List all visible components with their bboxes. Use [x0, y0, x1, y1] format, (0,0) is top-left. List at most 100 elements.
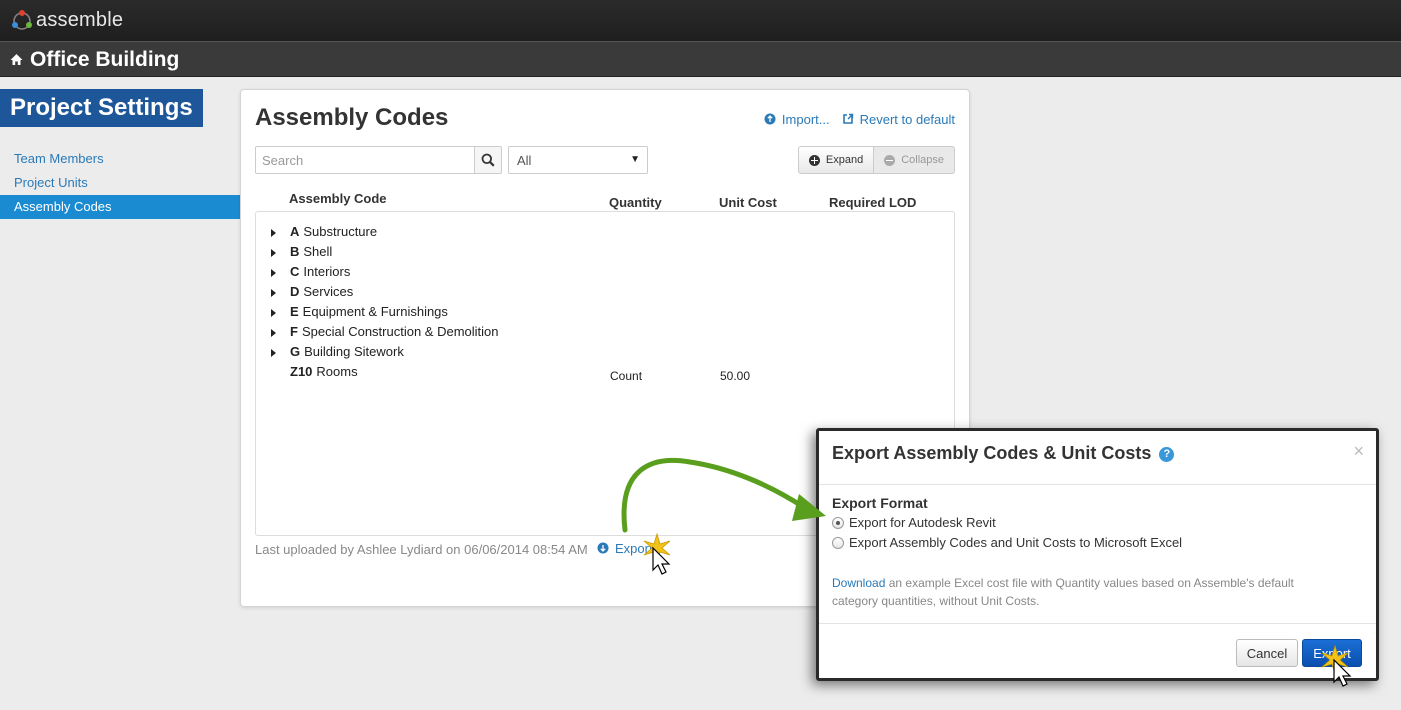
- code-id: G: [290, 344, 301, 359]
- panel-title: Assembly Codes: [255, 104, 449, 131]
- tree-row[interactable]: Z10 Rooms Count 50.00: [256, 362, 954, 383]
- settings-heading: Project Settings: [0, 89, 203, 127]
- radio-button[interactable]: [832, 536, 844, 549]
- radio-option-excel[interactable]: Export Assembly Codes and Unit Costs to …: [832, 535, 1182, 550]
- revert-link[interactable]: Revert to default: [842, 112, 955, 127]
- expand-caret-icon[interactable]: [271, 229, 276, 237]
- column-header-quantity: Quantity: [609, 195, 662, 210]
- filter-selected-value: All: [517, 153, 532, 168]
- code-id: A: [290, 224, 300, 239]
- column-header-required-lod: Required LOD: [829, 195, 917, 210]
- dialog-footer-divider: [819, 623, 1376, 624]
- sidenav-item-team-members[interactable]: Team Members: [0, 147, 240, 171]
- revert-icon: [842, 113, 853, 124]
- assembly-code-label: F Special Construction & Demolition: [290, 322, 499, 342]
- revert-label: Revert to default: [859, 112, 955, 127]
- chevron-down-icon: ▼: [630, 154, 640, 165]
- export-dialog: Export Assembly Codes & Unit Costs? × Ex…: [816, 428, 1379, 681]
- code-name: Rooms: [316, 364, 358, 379]
- tree-row[interactable]: F Special Construction & Demolition: [256, 322, 954, 342]
- expand-caret-icon[interactable]: [271, 309, 276, 317]
- code-id: B: [290, 244, 300, 259]
- export-button[interactable]: Export: [1302, 639, 1362, 667]
- radio-label: Export Assembly Codes and Unit Costs to …: [849, 535, 1183, 550]
- assembly-code-label: Z10 Rooms: [290, 362, 358, 382]
- collapse-label: Collapse: [901, 154, 944, 166]
- download-link[interactable]: Download: [832, 576, 885, 590]
- column-header-assembly-code: Assembly Code: [289, 191, 387, 206]
- app-name: assemble: [36, 8, 124, 31]
- code-name: Services: [303, 284, 354, 299]
- radio-option-revit[interactable]: Export for Autodesk Revit: [832, 515, 996, 530]
- download-circle-icon: [597, 542, 609, 554]
- assembly-code-label: E Equipment & Furnishings: [290, 302, 448, 322]
- tree-row[interactable]: B Shell: [256, 242, 954, 262]
- expand-caret-icon[interactable]: [271, 289, 276, 297]
- column-header-unit-cost: Unit Cost: [719, 195, 777, 210]
- project-title: Office Building: [30, 48, 180, 71]
- home-icon[interactable]: [10, 53, 23, 66]
- project-bar: Office Building: [0, 41, 1401, 77]
- code-name: Special Construction & Demolition: [301, 324, 499, 339]
- dialog-divider: [819, 484, 1376, 485]
- quantity-cell[interactable]: Count: [610, 366, 642, 386]
- expand-caret-icon[interactable]: [271, 349, 276, 357]
- tree-row[interactable]: A Substructure: [256, 222, 954, 242]
- import-label: Import...: [781, 112, 830, 127]
- search-button[interactable]: [474, 146, 502, 174]
- assembly-code-label: B Shell: [290, 242, 332, 262]
- code-id: Z10: [290, 364, 313, 379]
- code-name: Equipment & Furnishings: [302, 304, 448, 319]
- code-name: Substructure: [303, 224, 378, 239]
- assembly-code-label: D Services: [290, 282, 353, 302]
- expand-caret-icon[interactable]: [271, 249, 276, 257]
- code-id: E: [290, 304, 299, 319]
- sidenav-item-assembly-codes[interactable]: Assembly Codes: [0, 195, 240, 219]
- expand-collapse-group: Expand Collapse: [797, 146, 955, 174]
- code-id: C: [290, 264, 300, 279]
- code-name: Shell: [303, 244, 333, 259]
- import-link[interactable]: Import...: [764, 112, 830, 127]
- assembly-code-label: A Substructure: [290, 222, 377, 242]
- assembly-code-label: G Building Sitework: [290, 342, 404, 362]
- minus-circle-icon: [884, 154, 896, 166]
- expand-caret-icon[interactable]: [271, 329, 276, 337]
- dialog-title-text: Export Assembly Codes & Unit Costs: [832, 443, 1152, 463]
- export-link-label: Export: [615, 541, 653, 556]
- help-icon[interactable]: ?: [1159, 447, 1175, 462]
- assembly-code-label: C Interiors: [290, 262, 350, 282]
- last-uploaded-text: Last uploaded by Ashlee Lydiard on 06/06…: [255, 542, 588, 557]
- export-format-heading: Export Format: [832, 495, 928, 511]
- radio-label: Export for Autodesk Revit: [849, 515, 996, 530]
- dialog-description: Download an example Excel cost file with…: [832, 574, 1342, 610]
- panel-actions: Import... Revert to default: [764, 112, 955, 127]
- settings-sidenav: Team Members Project Units Assembly Code…: [0, 147, 240, 219]
- expand-label: Expand: [825, 154, 864, 166]
- tree-row[interactable]: E Equipment & Furnishings: [256, 302, 954, 322]
- expand-button[interactable]: Expand: [797, 146, 875, 174]
- description-text: an example Excel cost file with Quantity…: [832, 576, 1294, 608]
- tree-row[interactable]: G Building Sitework: [256, 342, 954, 362]
- dialog-title: Export Assembly Codes & Unit Costs?: [832, 443, 1175, 464]
- assemble-logo-icon: [12, 10, 32, 30]
- sidenav-item-project-units[interactable]: Project Units: [0, 171, 240, 195]
- tree-row[interactable]: D Services: [256, 282, 954, 302]
- expand-caret-icon[interactable]: [271, 269, 276, 277]
- radio-button[interactable]: [832, 516, 844, 529]
- top-bar: assemble: [0, 0, 1401, 41]
- app-logo[interactable]: assemble: [10, 8, 123, 32]
- close-icon[interactable]: ×: [1353, 441, 1364, 462]
- unit-cost-cell[interactable]: 50.00: [720, 366, 750, 386]
- search-icon: [481, 153, 495, 167]
- tree-row[interactable]: C Interiors: [256, 262, 954, 282]
- export-link[interactable]: Export: [597, 541, 653, 556]
- search-input[interactable]: [255, 146, 475, 174]
- plus-circle-icon: [808, 154, 820, 166]
- filter-select[interactable]: All ▼: [508, 146, 648, 174]
- code-id: F: [290, 324, 298, 339]
- collapse-button[interactable]: Collapse: [874, 146, 955, 174]
- upload-circle-icon: [764, 113, 776, 125]
- code-id: D: [290, 284, 300, 299]
- code-name: Interiors: [303, 264, 351, 279]
- cancel-button[interactable]: Cancel: [1236, 639, 1298, 667]
